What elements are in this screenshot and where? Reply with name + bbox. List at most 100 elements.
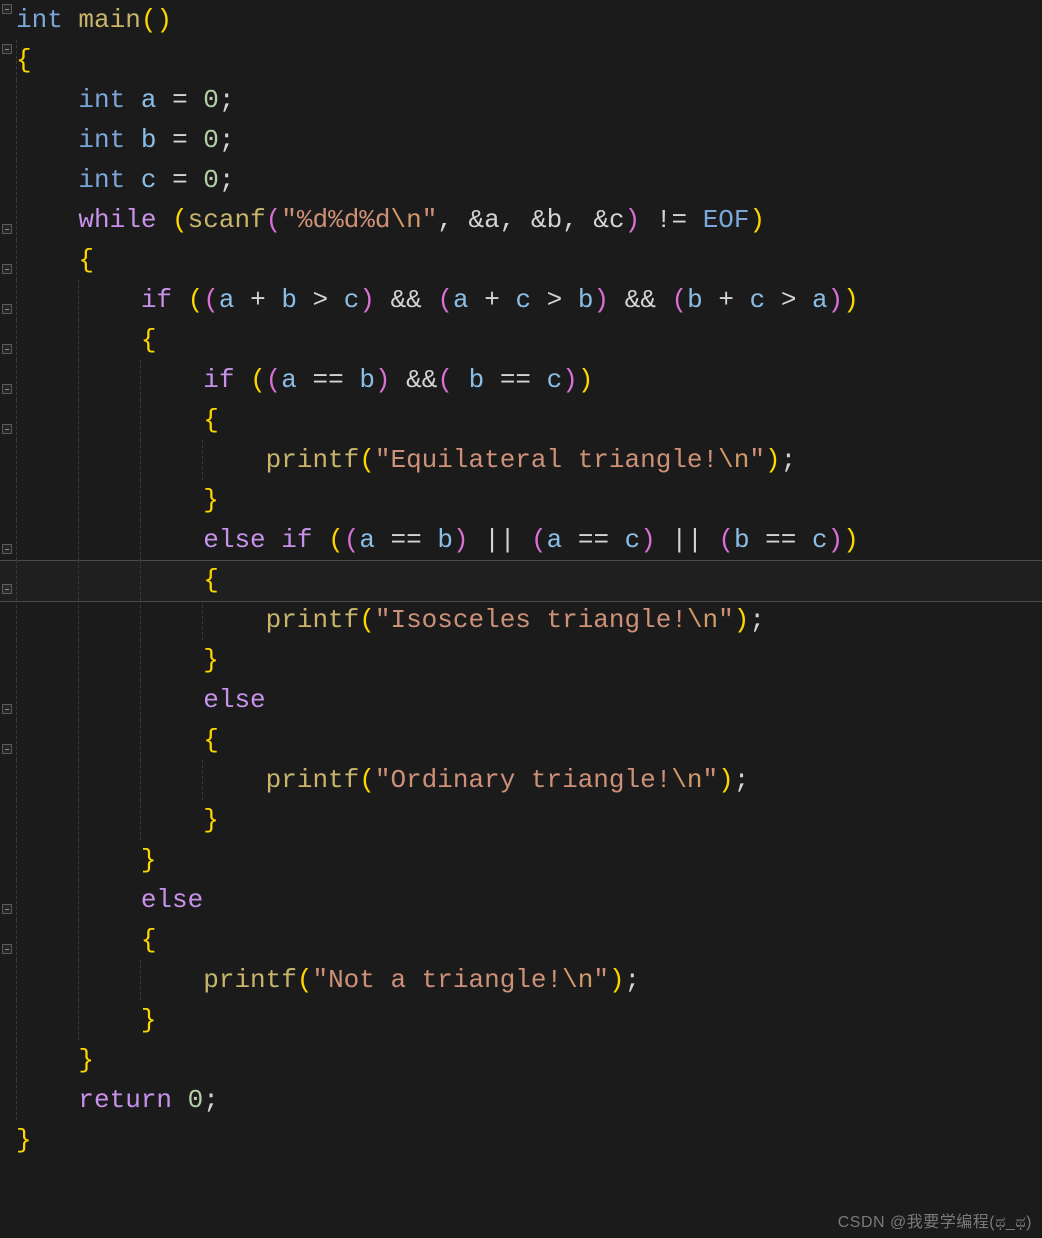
code-line[interactable]: { [16, 720, 1042, 760]
semicolon: ; [625, 965, 641, 995]
identifier: a [359, 525, 375, 555]
number-literal: 0 [203, 125, 219, 155]
code-line[interactable]: { [16, 240, 1042, 280]
fold-gutter [0, 0, 14, 1238]
paren: ( [328, 525, 344, 555]
operator: || [484, 525, 515, 555]
identifier: c [625, 525, 641, 555]
identifier: b [469, 365, 485, 395]
code-line[interactable]: { [16, 560, 1042, 600]
code-line[interactable]: printf("Isosceles triangle!\n"); [16, 600, 1042, 640]
fold-icon[interactable] [2, 384, 12, 394]
identifier: b [578, 285, 594, 315]
paren: ( [359, 605, 375, 635]
argument: &a [469, 205, 500, 235]
identifier: c [141, 165, 157, 195]
paren: ( [359, 445, 375, 475]
code-line[interactable]: { [16, 920, 1042, 960]
fold-icon[interactable] [2, 44, 12, 54]
brace: } [16, 1125, 32, 1155]
brace: { [141, 325, 157, 355]
code-line[interactable]: { [16, 320, 1042, 360]
paren: ( [141, 5, 157, 35]
code-editor[interactable]: int main() { int a = 0; int b = 0; int c… [0, 0, 1042, 1238]
keyword-int: int [78, 125, 125, 155]
paren: ( [672, 285, 688, 315]
keyword-if: if [281, 525, 312, 555]
comma: , [437, 205, 453, 235]
paren: ) [750, 205, 766, 235]
paren: ) [734, 605, 750, 635]
operator: != [656, 205, 687, 235]
keyword-int: int [78, 85, 125, 115]
brace: { [203, 405, 219, 435]
keyword-if: if [141, 285, 172, 315]
code-line[interactable]: { [16, 40, 1042, 80]
number-literal: 0 [188, 1085, 204, 1115]
fold-icon[interactable] [2, 584, 12, 594]
argument: &c [593, 205, 624, 235]
function-printf: printf [266, 765, 360, 795]
operator: == [765, 525, 796, 555]
paren: ( [437, 365, 453, 395]
code-line[interactable]: else [16, 880, 1042, 920]
identifier: a [281, 365, 297, 395]
keyword-return: return [78, 1085, 172, 1115]
identifier: b [359, 365, 375, 395]
fold-icon[interactable] [2, 744, 12, 754]
paren: ) [640, 525, 656, 555]
code-line[interactable]: return 0; [16, 1080, 1042, 1120]
operator: + [718, 285, 734, 315]
code-area[interactable]: int main() { int a = 0; int b = 0; int c… [14, 0, 1042, 1238]
code-line[interactable]: if ((a == b) &&( b == c)) [16, 360, 1042, 400]
code-line[interactable]: } [16, 1000, 1042, 1040]
code-line[interactable]: } [16, 640, 1042, 680]
code-line[interactable]: int a = 0; [16, 80, 1042, 120]
operator: > [547, 285, 563, 315]
code-line[interactable]: { [16, 400, 1042, 440]
fold-icon[interactable] [2, 944, 12, 954]
brace: } [141, 845, 157, 875]
function-printf: printf [266, 445, 360, 475]
code-line[interactable]: int main() [16, 0, 1042, 40]
semicolon: ; [219, 125, 235, 155]
fold-icon[interactable] [2, 304, 12, 314]
code-line[interactable]: if ((a + b > c) && (a + c > b) && (b + c… [16, 280, 1042, 320]
fold-icon[interactable] [2, 544, 12, 554]
code-line[interactable]: printf("Ordinary triangle!\n"); [16, 760, 1042, 800]
code-line[interactable]: int b = 0; [16, 120, 1042, 160]
brace: { [203, 565, 219, 595]
code-line[interactable]: printf("Equilateral triangle!\n"); [16, 440, 1042, 480]
fold-icon[interactable] [2, 704, 12, 714]
fold-icon[interactable] [2, 424, 12, 434]
paren: ( [359, 765, 375, 795]
fold-icon[interactable] [2, 904, 12, 914]
code-line[interactable]: } [16, 480, 1042, 520]
code-line[interactable]: printf("Not a triangle!\n"); [16, 960, 1042, 1000]
paren: ) [609, 965, 625, 995]
paren: ) [765, 445, 781, 475]
code-line[interactable]: } [16, 1040, 1042, 1080]
escape-sequence: \n [687, 605, 718, 635]
code-line[interactable]: } [16, 1120, 1042, 1160]
paren: ) [594, 285, 610, 315]
operator: > [781, 285, 797, 315]
identifier: b [141, 125, 157, 155]
paren: ( [531, 525, 547, 555]
code-line[interactable]: while (scanf("%d%d%d\n", &a, &b, &c) != … [16, 200, 1042, 240]
number-literal: 0 [203, 165, 219, 195]
identifier: c [812, 525, 828, 555]
code-line[interactable]: else [16, 680, 1042, 720]
fold-icon[interactable] [2, 4, 12, 14]
fold-icon[interactable] [2, 264, 12, 274]
code-line[interactable]: } [16, 800, 1042, 840]
fold-icon[interactable] [2, 224, 12, 234]
code-line[interactable]: else if ((a == b) || (a == c) || (b == c… [16, 520, 1042, 560]
paren: ( [344, 525, 360, 555]
code-line[interactable]: int c = 0; [16, 160, 1042, 200]
operator: == [500, 365, 531, 395]
code-line[interactable]: } [16, 840, 1042, 880]
string-literal: "Equilateral triangle! [375, 445, 718, 475]
fold-icon[interactable] [2, 344, 12, 354]
operator: == [391, 525, 422, 555]
